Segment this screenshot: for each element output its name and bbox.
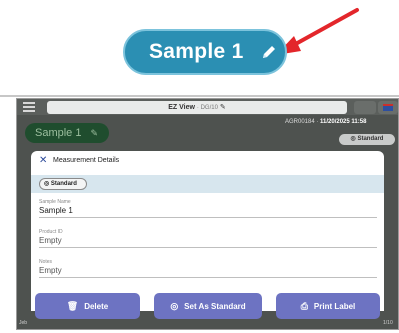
delete-label: Delete (84, 302, 109, 311)
measurement-datetime: 11/20/2025 11:58 (320, 119, 367, 125)
standard-badge-label: Standard (357, 136, 384, 142)
app-version: · DG/10 (196, 105, 218, 111)
sample-chip-label: Sample 1 (35, 127, 82, 139)
field-value: Empty (39, 236, 62, 245)
page-indicator: 1/10 (383, 320, 393, 326)
modal-title: Measurement Details (53, 157, 120, 164)
language-button[interactable] (378, 101, 398, 114)
set-as-standard-button[interactable]: ◎ Set As Standard (154, 293, 262, 319)
trash-icon: 🗑 (66, 301, 79, 311)
print-label-button[interactable]: ⎙ Print Label (276, 293, 380, 319)
field-value: Sample 1 (39, 206, 73, 215)
close-icon[interactable]: ✕ (39, 151, 47, 171)
instrument-id: AGR00184 · (285, 119, 319, 125)
field-label: Product ID (39, 229, 63, 235)
menu-icon[interactable] (23, 102, 35, 112)
print-label-label: Print Label (313, 302, 356, 311)
title-pencil-icon[interactable]: ✎ (220, 104, 226, 111)
pencil-icon[interactable]: ✎ (90, 128, 98, 138)
target-icon: ◎ (170, 301, 179, 311)
bottom-left-text: Jeb (19, 320, 28, 326)
list-menu-button[interactable] (354, 101, 376, 114)
set-as-standard-label: Set As Standard (184, 302, 246, 311)
screenshot-root: Sample 1 EZ View · DG/10 ✎ Sample 1 ✎ AGR… (0, 0, 399, 333)
pencil-icon[interactable] (260, 43, 278, 61)
instrument-info: AGR00184 · 11/20/2025 11:58 (285, 119, 366, 125)
standard-pill: ◎ Standard (39, 178, 87, 190)
measurement-details-modal: ✕ Measurement Details ◎ Standard Sample … (31, 151, 384, 311)
notes-field[interactable]: Notes Empty (39, 259, 377, 278)
sample-name-field[interactable]: Sample Name Sample 1 (39, 199, 377, 218)
section-divider (0, 95, 399, 97)
field-label: Sample Name (39, 199, 71, 205)
sample-name-pill[interactable]: Sample 1 (123, 29, 287, 75)
flag-icon (383, 104, 393, 111)
product-id-field[interactable]: Product ID Empty (39, 229, 377, 248)
top-bar: EZ View · DG/10 ✎ (17, 99, 398, 115)
standard-pill-label: Standard (50, 181, 77, 187)
sample-chip[interactable]: Sample 1 ✎ (25, 123, 109, 143)
action-bar: 🗑 Delete ◎ Set As Standard ⎙ Print Label (31, 293, 384, 323)
app-window: EZ View · DG/10 ✎ Sample 1 ✎ AGR00184 · 1… (16, 98, 399, 330)
printer-icon: ⎙ (300, 301, 308, 311)
sample-name-label: Sample 1 (149, 40, 244, 63)
standard-badge: ◎ Standard (339, 134, 395, 145)
field-value: Empty (39, 266, 62, 275)
app-title: EZ View (168, 104, 195, 111)
title-bar: EZ View · DG/10 ✎ (47, 101, 347, 114)
delete-button[interactable]: 🗑 Delete (35, 293, 140, 319)
field-label: Notes (39, 259, 53, 265)
modal-header: ✕ Measurement Details (31, 151, 384, 171)
standard-band: ◎ Standard (31, 175, 384, 193)
